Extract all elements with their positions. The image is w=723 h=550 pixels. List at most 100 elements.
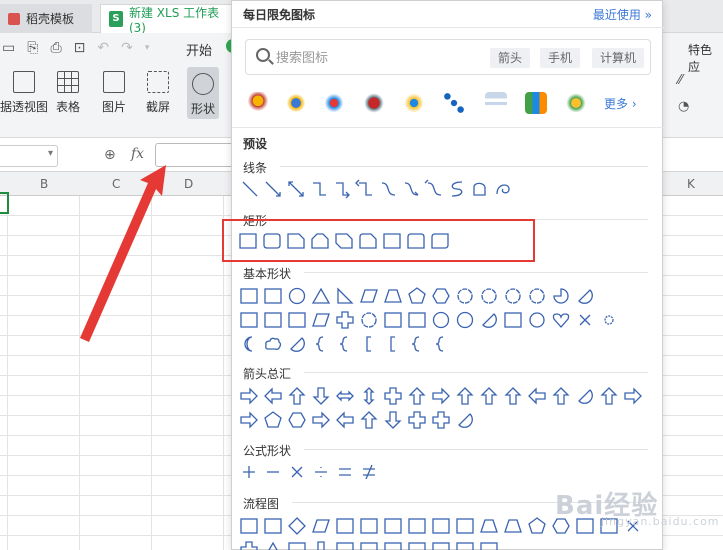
basic-shape[interactable] [315,336,324,352]
flowchart-shape[interactable] [432,542,450,550]
flowchart-shape[interactable] [384,518,402,534]
basic-shape[interactable] [339,336,348,352]
basic-shape[interactable] [264,288,282,304]
basic-shape[interactable] [366,336,371,352]
arrow-shape[interactable] [384,411,402,429]
arrow-shape[interactable] [312,387,330,405]
arrow-shape[interactable] [578,389,593,404]
line-shape[interactable] [404,182,419,196]
basic-shape[interactable] [312,313,330,327]
flowchart-shape[interactable] [314,541,328,550]
basic-shape[interactable] [311,287,331,304]
flowchart-shape[interactable] [288,517,306,535]
basic-shape[interactable] [390,336,395,352]
basic-shape[interactable] [384,289,402,303]
line-shape[interactable] [313,182,326,196]
flowchart-shape[interactable] [360,542,378,550]
basic-shape[interactable] [435,336,444,352]
flowchart-shape[interactable] [360,518,378,534]
basic-shape[interactable] [552,313,570,328]
basic-shape[interactable] [264,312,282,328]
flowchart-shape[interactable] [336,542,354,550]
arrow-shape[interactable] [504,387,522,405]
equation-shape[interactable] [291,466,303,478]
line-shape[interactable] [242,181,258,197]
line-shape[interactable] [473,182,486,196]
basic-shape[interactable] [360,289,378,303]
arrow-shape[interactable] [600,387,618,405]
arrow-shape[interactable] [264,387,282,405]
basic-shape[interactable] [244,336,253,352]
basic-shape[interactable] [240,288,258,304]
basic-shape[interactable] [337,287,354,304]
line-shape[interactable] [288,181,304,197]
arrow-shape[interactable] [360,411,378,429]
flowchart-shape[interactable] [456,518,474,534]
arrow-shape[interactable] [288,387,306,405]
arrow-shape[interactable] [552,387,570,405]
arrow-shape[interactable] [336,411,354,429]
basic-shape[interactable] [579,314,591,326]
flowchart-shape[interactable] [312,519,330,533]
basic-shape[interactable] [432,311,450,329]
arrow-shape[interactable] [312,411,330,429]
basic-shape[interactable] [432,288,450,304]
line-shape[interactable] [496,184,510,195]
arrow-shape[interactable] [384,387,402,405]
basic-shape[interactable] [553,288,569,304]
arrow-shape[interactable] [240,411,258,429]
basic-shape[interactable] [529,312,545,328]
arrow-shape[interactable] [624,387,642,405]
arrow-shape[interactable] [240,387,258,405]
basic-shape[interactable] [411,336,420,352]
arrow-shape[interactable] [408,387,426,405]
flowchart-shape[interactable] [480,542,498,550]
arrow-shape[interactable] [336,390,354,402]
flowchart-shape[interactable] [265,541,281,550]
basic-shape[interactable] [288,312,306,328]
flowchart-shape[interactable] [528,517,546,534]
basic-shape[interactable] [505,288,521,304]
basic-shape[interactable] [504,312,522,328]
flowchart-shape[interactable] [288,542,306,550]
arrow-shape[interactable] [528,387,546,405]
basic-shape[interactable] [240,312,258,328]
basic-shape[interactable] [481,288,497,304]
line-shape[interactable] [424,179,442,196]
basic-shape[interactable] [265,337,282,350]
basic-shape[interactable] [384,312,402,328]
line-shape[interactable] [265,181,281,197]
basic-shape[interactable] [456,311,474,329]
flowchart-shape[interactable] [408,542,426,550]
flowchart-shape[interactable] [240,518,258,534]
basic-shape[interactable] [604,315,614,325]
flowchart-shape[interactable] [384,542,402,550]
line-shape[interactable] [451,181,463,197]
basic-shape[interactable] [408,287,426,304]
flowchart-shape[interactable] [456,542,474,550]
basic-shape[interactable] [408,312,426,328]
basic-shape[interactable] [290,337,305,352]
arrow-shape[interactable] [408,411,426,429]
equation-shape[interactable] [363,464,375,480]
arrow-shape[interactable] [288,412,306,428]
basic-shape[interactable] [336,311,354,329]
basic-shape[interactable] [578,289,593,304]
flowchart-shape[interactable] [408,518,426,534]
equation-shape[interactable] [315,467,327,477]
basic-shape[interactable] [457,288,473,304]
arrow-shape[interactable] [363,387,375,405]
line-shape[interactable] [381,182,396,196]
flowchart-shape[interactable] [504,519,522,533]
basic-shape[interactable] [361,312,377,328]
arrow-shape[interactable] [264,411,282,428]
flowchart-shape[interactable] [240,541,258,550]
arrow-shape[interactable] [432,387,450,405]
basic-shape[interactable] [482,313,497,328]
arrow-shape[interactable] [432,411,450,429]
flowchart-shape[interactable] [480,519,498,533]
arrow-shape[interactable] [456,387,474,405]
line-shape[interactable] [336,182,350,199]
basic-shape[interactable] [529,288,545,304]
flowchart-shape[interactable] [432,518,450,534]
